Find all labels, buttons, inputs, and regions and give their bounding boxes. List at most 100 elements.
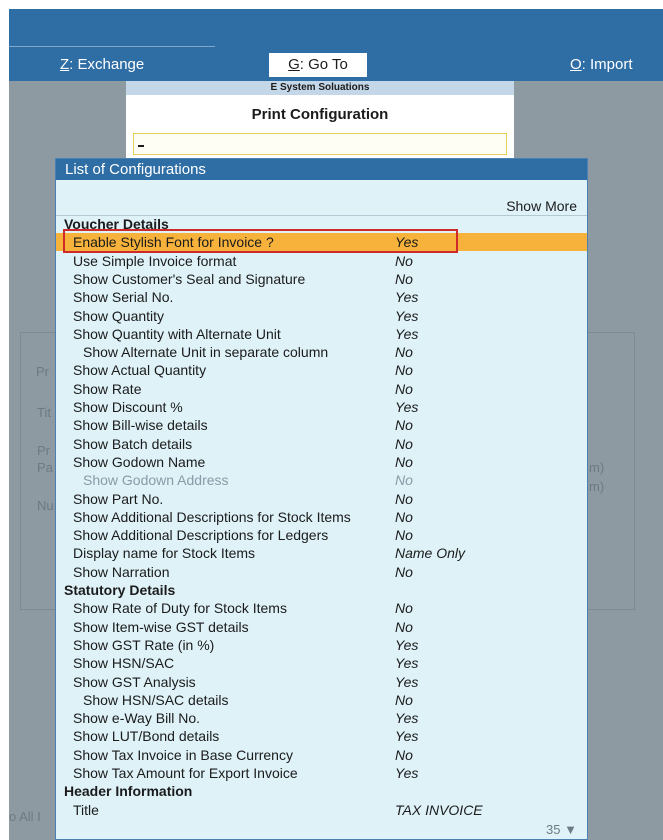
- configuration-value[interactable]: Name Only: [395, 544, 465, 562]
- configuration-label: Show Alternate Unit in separate column: [83, 344, 329, 361]
- configuration-row[interactable]: Show Quantity with Alternate Unit Yes: [56, 325, 587, 343]
- configuration-row[interactable]: Show LUT/Bond details Yes: [56, 727, 587, 745]
- configuration-row[interactable]: Show Godown Address No: [56, 471, 587, 489]
- configuration-label: Show Serial No.: [73, 289, 174, 306]
- configuration-label: Show Rate of Duty for Stock Items: [73, 600, 287, 617]
- configuration-row[interactable]: Show HSN/SAC Yes: [56, 654, 587, 672]
- configuration-label: Show Tax Invoice in Base Currency: [73, 746, 293, 763]
- section-heading-label: Header Information: [64, 783, 193, 800]
- configuration-value[interactable]: No: [395, 361, 413, 379]
- configuration-label: Show LUT/Bond details: [73, 728, 220, 745]
- background-text: Tit: [37, 405, 51, 420]
- configuration-value[interactable]: Yes: [395, 709, 418, 727]
- configuration-search-input[interactable]: [133, 133, 507, 155]
- background-text: Pr: [36, 364, 49, 379]
- configuration-row[interactable]: Show Item-wise GST details No: [56, 618, 587, 636]
- background-text: Pa: [37, 460, 53, 475]
- configuration-label: Show Additional Descriptions for Stock I…: [73, 508, 351, 525]
- configuration-value[interactable]: Yes: [395, 727, 418, 745]
- configuration-value[interactable]: No: [395, 691, 413, 709]
- configuration-label: Show Bill-wise details: [73, 417, 208, 434]
- configuration-value[interactable]: No: [395, 490, 413, 508]
- import-button[interactable]: O: Import: [570, 53, 633, 77]
- configuration-row[interactable]: Show Tax Invoice in Base Currency No: [56, 746, 587, 764]
- configuration-label: Show Rate: [73, 380, 142, 397]
- configuration-row[interactable]: Show Godown Name No: [56, 453, 587, 471]
- configuration-row[interactable]: Title TAX INVOICE: [56, 801, 587, 819]
- configuration-row[interactable]: Show Quantity Yes: [56, 307, 587, 325]
- configuration-value[interactable]: Yes: [395, 288, 418, 306]
- configuration-value[interactable]: Yes: [395, 654, 418, 672]
- company-name: E System Soluations: [126, 81, 514, 95]
- configuration-row[interactable]: Show e-Way Bill No. Yes: [56, 709, 587, 727]
- configuration-value[interactable]: Yes: [395, 398, 418, 416]
- exchange-shortcut-key: Z: [60, 56, 70, 73]
- scroll-indicator[interactable]: 35 ▼: [546, 822, 577, 837]
- configuration-row[interactable]: Show Bill-wise details No: [56, 416, 587, 434]
- configuration-row[interactable]: Show Additional Descriptions for Stock I…: [56, 508, 587, 526]
- configuration-label: Show Narration: [73, 563, 170, 580]
- configuration-label: Show HSN/SAC details: [83, 691, 229, 708]
- configuration-value[interactable]: Yes: [395, 673, 418, 691]
- configuration-value[interactable]: Yes: [395, 307, 418, 325]
- background-text: Pr: [37, 443, 50, 458]
- configuration-row[interactable]: Show Narration No: [56, 563, 587, 581]
- configuration-value[interactable]: No: [395, 599, 413, 617]
- configuration-label: Show Quantity: [73, 307, 165, 324]
- configuration-value[interactable]: No: [395, 526, 413, 544]
- configuration-value[interactable]: Yes: [395, 325, 418, 343]
- configuration-value[interactable]: No: [395, 270, 413, 288]
- configuration-label: Use Simple Invoice format: [73, 252, 237, 269]
- configuration-row[interactable]: Show GST Analysis Yes: [56, 673, 587, 691]
- configuration-value[interactable]: Yes: [395, 764, 418, 782]
- background-text: m): [589, 460, 605, 475]
- configuration-row[interactable]: Show Part No. No: [56, 490, 587, 508]
- configuration-row[interactable]: Show Additional Descriptions for Ledgers…: [56, 526, 587, 544]
- configuration-row[interactable]: Display name for Stock Items Name Only: [56, 544, 587, 562]
- configuration-value[interactable]: No: [395, 563, 413, 581]
- configuration-value[interactable]: No: [395, 618, 413, 636]
- configuration-row[interactable]: Show Actual Quantity No: [56, 361, 587, 379]
- configuration-label: Show Actual Quantity: [73, 362, 207, 379]
- configuration-value[interactable]: No: [395, 252, 413, 270]
- configuration-value[interactable]: No: [395, 416, 413, 434]
- import-label: : Import: [581, 56, 633, 73]
- configuration-label: Show Discount %: [73, 399, 183, 415]
- configuration-value[interactable]: No: [395, 343, 413, 361]
- goto-shortcut-key: G: [288, 56, 300, 73]
- configuration-row[interactable]: Show Rate No: [56, 380, 587, 398]
- configuration-row[interactable]: Show Alternate Unit in separate column No: [56, 343, 587, 361]
- list-title: List of Configurations: [56, 159, 587, 180]
- background-text: o All I: [9, 809, 41, 824]
- goto-label: : Go To: [299, 56, 348, 73]
- goto-button[interactable]: G: Go To: [269, 53, 367, 77]
- configuration-row[interactable]: Show Discount % Yes: [56, 398, 587, 416]
- show-more-button[interactable]: Show More: [506, 198, 577, 214]
- configuration-label: Show Batch details: [73, 435, 193, 452]
- configuration-value[interactable]: TAX INVOICE: [395, 801, 483, 819]
- configuration-label: Show Quantity with Alternate Unit: [73, 325, 281, 342]
- configuration-value[interactable]: Yes: [395, 636, 418, 654]
- text-cursor: [138, 145, 144, 147]
- configuration-row[interactable]: Show Serial No. Yes: [56, 288, 587, 306]
- configuration-row[interactable]: Show Batch details No: [56, 435, 587, 453]
- topbar-separator: [9, 46, 215, 47]
- configuration-row[interactable]: Show Tax Amount for Export Invoice Yes: [56, 764, 587, 782]
- top-button-bar: Z: Exchange G: Go To O: Import: [9, 9, 663, 81]
- import-shortcut-key: O: [570, 56, 582, 73]
- configuration-value[interactable]: No: [395, 435, 413, 453]
- window-left-border: [0, 0, 9, 840]
- configuration-value[interactable]: No: [395, 453, 413, 471]
- selection-highlight-box: [63, 229, 458, 253]
- section-heading: Header Information: [56, 782, 587, 800]
- configuration-row[interactable]: Show Customer's Seal and Signature No: [56, 270, 587, 288]
- configuration-value[interactable]: No: [395, 380, 413, 398]
- configuration-row[interactable]: Use Simple Invoice format No: [56, 252, 587, 270]
- configuration-value[interactable]: No: [395, 746, 413, 764]
- configuration-value[interactable]: No: [395, 471, 413, 489]
- configuration-value[interactable]: No: [395, 508, 413, 526]
- configuration-row[interactable]: Show HSN/SAC details No: [56, 691, 587, 709]
- configuration-row[interactable]: Show Rate of Duty for Stock Items No: [56, 599, 587, 617]
- exchange-button[interactable]: Z: Exchange: [60, 53, 144, 77]
- configuration-row[interactable]: Show GST Rate (in %) Yes: [56, 636, 587, 654]
